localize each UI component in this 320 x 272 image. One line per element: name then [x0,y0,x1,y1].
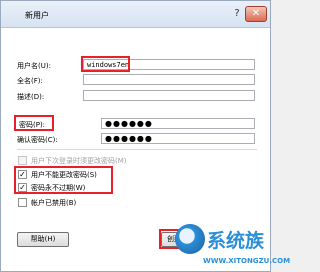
watermark-text: 系统族 [207,230,265,252]
description-field[interactable] [83,90,255,101]
checkbox-box[interactable] [18,198,27,207]
xitongzu-logo-icon [175,224,205,254]
username-highlight [81,56,130,72]
confirm-password-label: 确认密码(C): [17,136,58,144]
title-bar: 新用户 ? ✕ [1,1,270,28]
help-icon[interactable]: ? [231,7,243,21]
checkbox-box [18,156,27,165]
watermark-url: WWW.XITONGZU.COM [203,257,291,265]
help-button[interactable]: 帮助(H) [17,232,69,247]
username-label: 用户名(U): [17,62,51,70]
confirm-password-field[interactable]: ●●●●●● [101,133,255,144]
confirm-password-value: ●●●●●● [105,134,153,143]
checkbox-label: 用户下次登录时须更改密码(M) [31,157,127,165]
password-field[interactable]: ●●●●●● [101,118,255,129]
checkbox-label: 帐户已禁用(B) [31,199,77,207]
description-label: 描述(D): [17,93,45,101]
password-value: ●●●●●● [105,119,153,128]
close-button[interactable]: ✕ [245,6,267,22]
dialog-title: 新用户 [25,11,49,20]
new-user-dialog: 新用户 ? ✕ 用户名(U): windows7en 全名(F): 描述(D):… [0,0,290,272]
fullname-field[interactable] [83,74,255,85]
checkbox-highlight [14,166,113,194]
password-label-highlight [14,115,54,131]
separator [17,149,257,150]
fullname-label: 全名(F): [17,77,43,85]
